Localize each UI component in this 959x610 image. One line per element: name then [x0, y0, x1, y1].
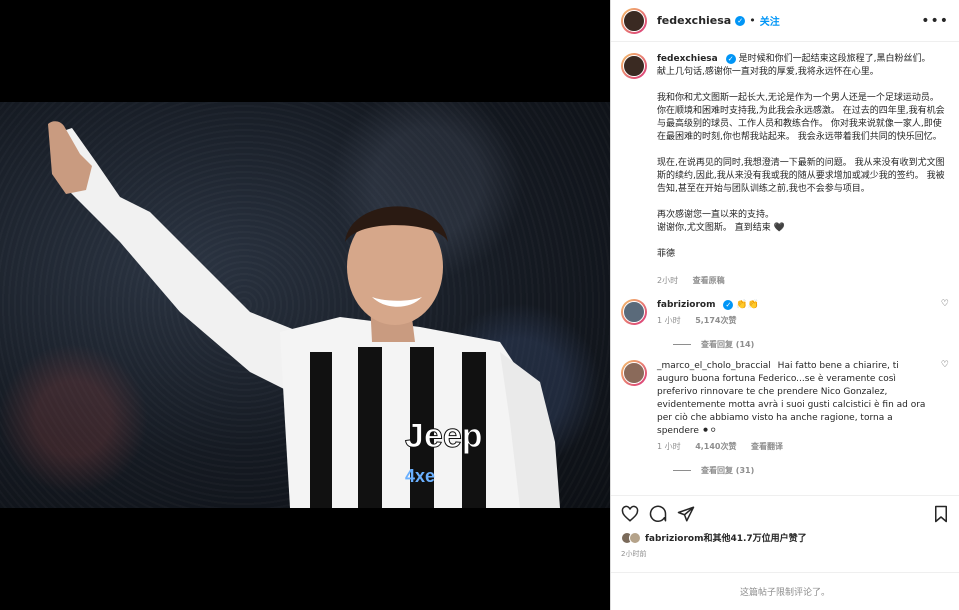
view-replies-button[interactable]: 查看回复 (31) [673, 465, 949, 476]
like-comment-heart-icon[interactable]: ♡ [937, 360, 949, 453]
comment-text: 👏👏 [736, 300, 759, 310]
comment-time: 1 小时 [657, 316, 681, 325]
comment-likes[interactable]: 5,174次赞 [695, 316, 736, 325]
caption-paragraph-2: 我和你和尤文图斯一起长大,无论是作为一个男人还是一个足球运动员。 你在顺境和困难… [657, 93, 945, 142]
commenter-username[interactable]: _marco_el_cholo_braccial [657, 361, 771, 371]
caption-signature: 菲德 [657, 249, 676, 259]
follow-button[interactable]: 关注 [760, 13, 780, 28]
separator-dot: • [749, 14, 756, 27]
caption-author-avatar[interactable] [621, 53, 647, 79]
caption-paragraph-3: 现在,在说再见的同时,我想澄清一下最新的问题。 我从来没有收到尤文图斯的续约,因… [657, 158, 945, 194]
more-options-icon[interactable]: ••• [921, 13, 949, 29]
share-send-icon[interactable] [677, 505, 695, 523]
post-side-panel: fedexchiesa ✓ • 关注 ••• fedexchiesa ✓ 是时候和… [610, 0, 959, 610]
post-header: fedexchiesa ✓ • 关注 ••• [611, 0, 959, 42]
commenter-username[interactable]: fabriziorom [657, 300, 715, 310]
post-caption: fedexchiesa ✓ 是时候和你们一起结束这段旅程了,黑白粉丝们。 献上几句… [621, 53, 949, 287]
see-original-link[interactable]: 查看原稿 [693, 276, 725, 285]
post-photo[interactable]: Jeep 4xe [0, 102, 610, 508]
comment-meta: 1 小时 5,174次赞 [657, 314, 927, 327]
svg-text:4xe: 4xe [405, 466, 435, 486]
save-bookmark-icon[interactable] [933, 505, 949, 523]
liker-avatars [621, 531, 641, 544]
likes-summary[interactable]: fabriziorom和其他41.7万位用户赞了 [621, 531, 949, 544]
author-username[interactable]: fedexchiesa [657, 14, 731, 27]
svg-text:Jeep: Jeep [405, 417, 483, 455]
caption-paragraph-1: fedexchiesa ✓ 是时候和你们一起结束这段旅程了,黑白粉丝们。 献上几句… [657, 54, 931, 77]
caption-author-username[interactable]: fedexchiesa [657, 54, 718, 64]
post-media: Jeep 4xe [0, 0, 610, 610]
post-actions-bar [611, 495, 959, 531]
comments-list[interactable]: fedexchiesa ✓ 是时候和你们一起结束这段旅程了,黑白粉丝们。 献上几句… [611, 43, 959, 495]
comment-bubble-icon[interactable] [649, 505, 667, 523]
player-celebration-image: Jeep 4xe [48, 121, 560, 508]
comment-item: _marco_el_cholo_braccial Hai fatto bene … [621, 360, 949, 453]
comment-item: fabriziorom ✓ 👏👏 1 小时 5,174次赞 ♡ [621, 299, 949, 327]
comment-likes[interactable]: 4,140次赞 [695, 442, 736, 451]
verified-badge-icon: ✓ [725, 54, 736, 64]
like-heart-icon[interactable] [621, 505, 639, 523]
likes-text: fabriziorom和其他41.7万位用户赞了 [645, 534, 807, 544]
view-replies-button[interactable]: 查看回复 (14) [673, 339, 949, 350]
caption-meta: 2小时 查看原稿 [657, 274, 949, 287]
see-translation-link[interactable]: 查看翻译 [751, 442, 783, 451]
author-avatar[interactable] [621, 7, 647, 34]
commenter-avatar[interactable] [621, 360, 647, 386]
commenter-avatar[interactable] [621, 299, 647, 325]
caption-paragraph-4: 再次感谢您一直以来的支持。 谢谢你,尤文图斯。 直到结束 🖤 [657, 210, 785, 233]
verified-badge-icon: ✓ [723, 300, 734, 310]
verified-badge-icon: ✓ [735, 15, 746, 26]
like-comment-heart-icon[interactable]: ♡ [937, 299, 949, 327]
comment-text: Hai fatto bene a chiarire, ti auguro buo… [657, 361, 926, 436]
comment-meta: 1 小时 4,140次赞 查看翻译 [657, 440, 927, 453]
caption-time: 2小时 [657, 276, 679, 285]
comments-restricted-notice: 这篇帖子限制评论了。 [611, 572, 959, 610]
post-timestamp: 2小时前 [621, 550, 647, 558]
comment-time: 1 小时 [657, 442, 681, 451]
